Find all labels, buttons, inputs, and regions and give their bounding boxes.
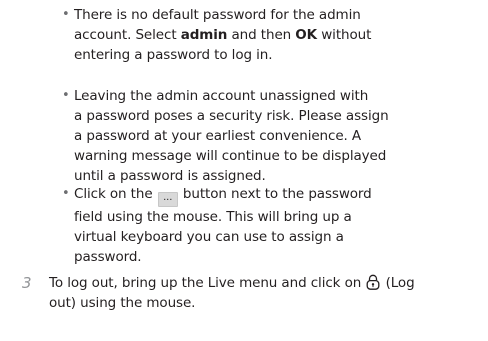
bullet-3-line-4: password. <box>74 249 142 265</box>
bullet-2-line-1: Leaving the admin account unassigned wit… <box>74 88 369 104</box>
step-number: 3 <box>22 274 32 292</box>
bullet-dot: • <box>62 7 70 22</box>
ellipsis-button: ... <box>157 192 178 207</box>
ok-keyword: OK <box>295 27 318 43</box>
bullet-1-line-2: account. Select admin and then OK withou… <box>74 25 394 45</box>
step-text: To log out, bring up the Live menu and c… <box>49 273 479 313</box>
bullet-item-virtual-keyboard: • Click on the ... button next to the pa… <box>62 184 394 267</box>
text-fragment: account. Select <box>74 27 181 43</box>
bullet-1-line-3: entering a password to log in. <box>74 47 273 63</box>
bullet-3-line-3: virtual keyboard you can use to assign a <box>74 229 344 245</box>
bullet-item-security-risk: • Leaving the admin account unassigned w… <box>62 86 394 186</box>
bullet-item-default-password: • There is no default password for the a… <box>62 5 394 65</box>
bullet-2-line-5: until a password is assigned. <box>74 168 266 184</box>
step-line-2: out) using the mouse. <box>49 295 196 311</box>
text-fragment: and then <box>227 27 296 43</box>
bullet-dot: • <box>62 88 70 103</box>
bullet-2-line-4: warning message will continue to be disp… <box>74 148 387 164</box>
bullet-2-line-3: a password at your earliest convenience.… <box>74 128 362 144</box>
text-fragment: button next to the password <box>178 186 372 202</box>
text-fragment: (Log <box>381 275 415 291</box>
text-fragment: To log out, bring up the Live menu and c… <box>49 275 366 291</box>
bullet-3-line-1: Click on the ... button next to the pass… <box>74 184 394 207</box>
bullet-3-line-2: field using the mouse. This will bring u… <box>74 209 352 225</box>
bullet-2-line-2: a password poses a security risk. Please… <box>74 108 389 124</box>
text-fragment: Click on the <box>74 186 157 202</box>
logout-lock-icon <box>366 274 380 290</box>
bullet-1-line-1: There is no default password for the adm… <box>74 7 361 23</box>
bullet-dot: • <box>62 186 70 201</box>
admin-keyword: admin <box>180 27 228 43</box>
step-line-1: To log out, bring up the Live menu and c… <box>49 273 479 293</box>
text-fragment: without <box>317 27 372 43</box>
